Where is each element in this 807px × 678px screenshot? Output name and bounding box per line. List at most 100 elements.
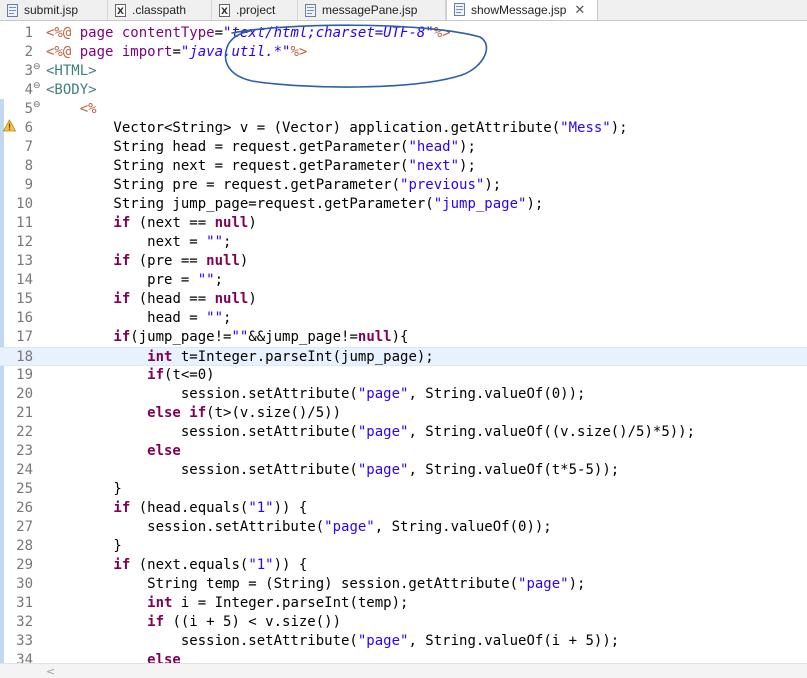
code-token: <%	[46, 101, 97, 117]
code-text: session.setAttribute("page", String.valu…	[46, 461, 619, 480]
fold-toggle-icon[interactable]: ⊖	[33, 63, 42, 72]
code-line[interactable]: 17 if(jump_page!=""&&jump_page!=null){	[0, 328, 807, 347]
code-line[interactable]: 22 session.setAttribute("page", String.v…	[0, 423, 807, 442]
code-line[interactable]: 13 if (pre == null)	[0, 252, 807, 271]
scroll-left-icon[interactable]: <	[46, 665, 55, 678]
svg-text:X: X	[221, 7, 228, 17]
code-text: <%@ page contentType="text/html;charset=…	[46, 24, 451, 43]
code-token: String jump_page=request.getParameter(	[46, 196, 434, 212]
code-token: );	[459, 158, 476, 174]
code-token: null	[214, 291, 249, 307]
line-number: 27	[16, 519, 33, 535]
code-token: "text/html;charset=UTF-8"	[223, 25, 434, 41]
line-number: 3	[24, 63, 33, 79]
code-line[interactable]: 24 session.setAttribute("page", String.v…	[0, 461, 807, 480]
code-line[interactable]: 30 String temp = (String) session.getAtt…	[0, 575, 807, 594]
line-number: 10	[16, 196, 33, 212]
code-token: "page"	[357, 462, 409, 478]
code-line[interactable]: 32 if ((i + 5) < v.size())	[0, 613, 807, 632]
code-line[interactable]: 31 int i = Integer.parseInt(temp);	[0, 594, 807, 613]
code-line[interactable]: 6 Vector<String> v = (Vector) applicatio…	[0, 119, 807, 138]
tab-showmessagejsp[interactable]: showMessage.jsp ✕	[446, 0, 598, 20]
code-line[interactable]: 25 }	[0, 480, 807, 499]
code-text: session.setAttribute("page", String.valu…	[46, 385, 586, 404]
code-line[interactable]: 3 ⊖ <HTML>	[0, 62, 807, 81]
code-text: session.setAttribute("page", String.valu…	[46, 423, 695, 442]
line-number: 12	[16, 234, 33, 250]
code-token: else	[46, 443, 181, 459]
code-token: else	[46, 652, 181, 663]
code-text: session.setAttribute("page", String.valu…	[46, 518, 552, 537]
code-line[interactable]: 33 session.setAttribute("page", String.v…	[0, 632, 807, 651]
code-line[interactable]: 28 }	[0, 537, 807, 556]
code-token: ""	[206, 310, 224, 326]
code-token: String head = request.getParameter(	[46, 139, 409, 155]
code-line[interactable]: 23 else	[0, 442, 807, 461]
code-token: session.setAttribute(	[46, 519, 325, 535]
code-line[interactable]: 16 head = "";	[0, 309, 807, 328]
code-token: import	[121, 44, 173, 60]
code-line[interactable]: 19 if(t<=0)	[0, 366, 807, 385]
code-line[interactable]: 9 String pre = request.getParameter("pre…	[0, 176, 807, 195]
line-number: 33	[16, 633, 33, 649]
tab-label: .classpath	[132, 3, 187, 17]
code-editor[interactable]: 1 <%@ page contentType="text/html;charset…	[0, 21, 807, 663]
horizontal-scrollbar[interactable]: <	[0, 663, 807, 678]
code-token: ;	[223, 310, 232, 326]
tab-classpath[interactable]: X .classpath	[108, 0, 212, 20]
code-token: )) {	[273, 557, 308, 573]
line-number: 21	[16, 405, 33, 421]
code-token: ){	[391, 329, 409, 345]
line-number: 14	[16, 272, 33, 288]
code-token: );	[526, 196, 544, 212]
code-line[interactable]: 20 session.setAttribute("page", String.v…	[0, 385, 807, 404]
code-token: ;	[223, 234, 232, 250]
code-line[interactable]: 14 pre = "";	[0, 271, 807, 290]
code-line[interactable]: 11 if (next == null)	[0, 214, 807, 233]
line-number: 19	[16, 367, 33, 383]
line-number: 31	[16, 595, 33, 611]
code-token: )	[239, 253, 249, 269]
line-number: 16	[16, 310, 33, 326]
code-text: pre = "";	[46, 271, 223, 290]
code-text: String next = request.getParameter("next…	[46, 157, 476, 176]
code-line[interactable]: 10 String jump_page=request.getParameter…	[0, 195, 807, 214]
code-text: int i = Integer.parseInt(temp);	[46, 594, 408, 613]
code-token: "page"	[518, 576, 569, 592]
line-number: 28	[16, 538, 33, 554]
line-number: 20	[16, 386, 33, 402]
code-token: (jump_page!=	[130, 329, 232, 345]
code-line[interactable]: 34 else	[0, 651, 807, 663]
code-token: (next.equals(	[130, 557, 249, 573]
code-token: next =	[46, 234, 207, 250]
close-tab-icon[interactable]: ✕	[574, 3, 585, 16]
code-line[interactable]: 21 else if(t>(v.size()/5))	[0, 404, 807, 423]
fold-toggle-icon[interactable]: ⊖	[33, 82, 42, 91]
code-text: String temp = (String) session.getAttrib…	[46, 575, 585, 594]
jsp-file-icon	[304, 3, 317, 17]
code-line[interactable]: 7 String head = request.getParameter("he…	[0, 138, 807, 157]
code-line[interactable]: 2 <%@ page import="java.util.*"%>	[0, 43, 807, 62]
code-token: , String.valueOf(0));	[408, 386, 586, 402]
line-number: 9	[24, 177, 33, 193]
code-line[interactable]: 15 if (head == null)	[0, 290, 807, 309]
code-token: <%@	[46, 44, 80, 60]
code-line[interactable]: 26 if (head.equals("1")) {	[0, 499, 807, 518]
code-line[interactable]: 18 int t=Integer.parseInt(jump_page);	[0, 347, 807, 366]
code-text: if (head == null)	[46, 290, 256, 309]
line-number: 2	[24, 44, 33, 60]
code-token: (head ==	[130, 291, 215, 307]
line-number: 15	[16, 291, 33, 307]
tab-messagepanejsp[interactable]: messagePane.jsp	[298, 0, 446, 20]
tab-project[interactable]: X .project	[212, 0, 298, 20]
line-number: 7	[24, 139, 33, 155]
code-line[interactable]: 5 ⊖ <%	[0, 100, 807, 119]
code-line[interactable]: 27 session.setAttribute("page", String.v…	[0, 518, 807, 537]
code-line[interactable]: 4 ⊖ <BODY>	[0, 81, 807, 100]
code-line[interactable]: 12 next = "";	[0, 233, 807, 252]
code-line[interactable]: 1 <%@ page contentType="text/html;charset…	[0, 24, 807, 43]
fold-toggle-icon[interactable]: ⊖	[33, 101, 42, 110]
code-line[interactable]: 29 if (next.equals("1")) {	[0, 556, 807, 575]
tab-submitjsp[interactable]: submit.jsp	[0, 0, 108, 20]
code-line[interactable]: 8 String next = request.getParameter("ne…	[0, 157, 807, 176]
